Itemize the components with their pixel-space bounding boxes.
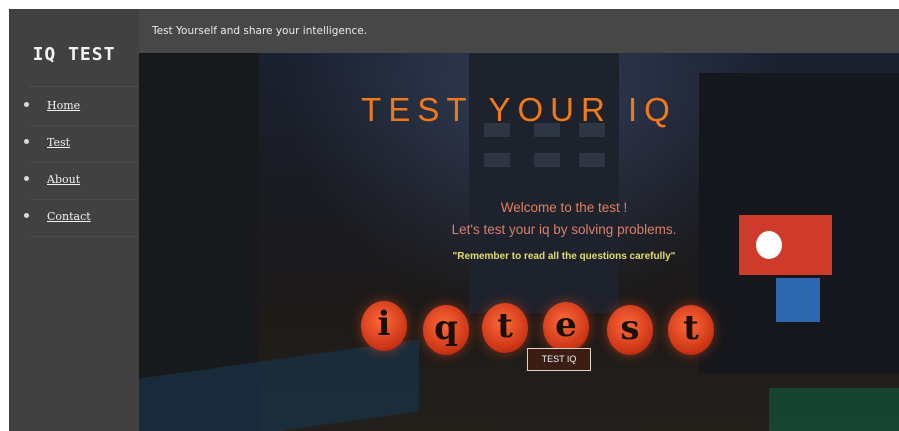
- nav-link-about[interactable]: About: [47, 173, 80, 186]
- sidebar-nav: Home Test About Contact: [9, 89, 139, 237]
- hero-title: TEST YOUR IQ: [361, 91, 677, 128]
- page-left-edge: [0, 9, 9, 431]
- lantern-letter: s: [620, 308, 640, 348]
- sidebar-item-test: Test: [24, 126, 139, 163]
- reminder-text: "Remember to read all the questions care…: [452, 251, 676, 262]
- nav-link-test[interactable]: Test: [47, 136, 70, 149]
- nav-link-contact[interactable]: Contact: [47, 210, 91, 223]
- lantern-t2: t: [668, 305, 714, 355]
- lantern-t: t: [482, 303, 528, 353]
- background-window: [579, 153, 605, 167]
- background-window: [484, 153, 510, 167]
- sidebar-item-contact: Contact: [24, 200, 139, 237]
- nav-link-home[interactable]: Home: [47, 99, 80, 112]
- sidebar: IQ TEST Home Test About Contact: [9, 9, 139, 431]
- sidebar-divider: [29, 86, 139, 87]
- bullet-icon: [24, 139, 29, 144]
- page-top-edge: [0, 0, 899, 9]
- lantern-s: s: [607, 305, 653, 355]
- site-logo-text: IQ TEST: [32, 44, 116, 65]
- hero-banner: TEST YOUR IQ Welcome to the test ! Let's…: [139, 53, 899, 431]
- lantern-e: e: [543, 302, 589, 352]
- restroom-sign-icon: [776, 278, 820, 322]
- lantern-letter: t: [683, 308, 699, 348]
- lantern-letter: e: [555, 305, 577, 345]
- site-tagline: Test Yourself and share your intelligenc…: [152, 25, 368, 37]
- lantern-q: q: [423, 305, 469, 355]
- top-bar: Test Yourself and share your intelligenc…: [139, 9, 899, 53]
- welcome-text: Welcome to the test !: [500, 200, 628, 215]
- bullet-icon: [24, 102, 29, 107]
- background-window: [534, 153, 560, 167]
- subtitle-text: Let's test your iq by solving problems.: [451, 222, 677, 237]
- lantern-letter: q: [434, 308, 458, 348]
- sidebar-item-about: About: [24, 163, 139, 200]
- lantern-i: i: [361, 301, 407, 351]
- sidebar-item-home: Home: [24, 89, 139, 126]
- background-awning: [769, 388, 899, 431]
- bullet-icon: [24, 176, 29, 181]
- test-iq-button[interactable]: TEST IQ: [527, 348, 591, 371]
- bullet-icon: [24, 213, 29, 218]
- lantern-letter: i: [377, 304, 391, 344]
- lantern-letter: t: [497, 306, 513, 346]
